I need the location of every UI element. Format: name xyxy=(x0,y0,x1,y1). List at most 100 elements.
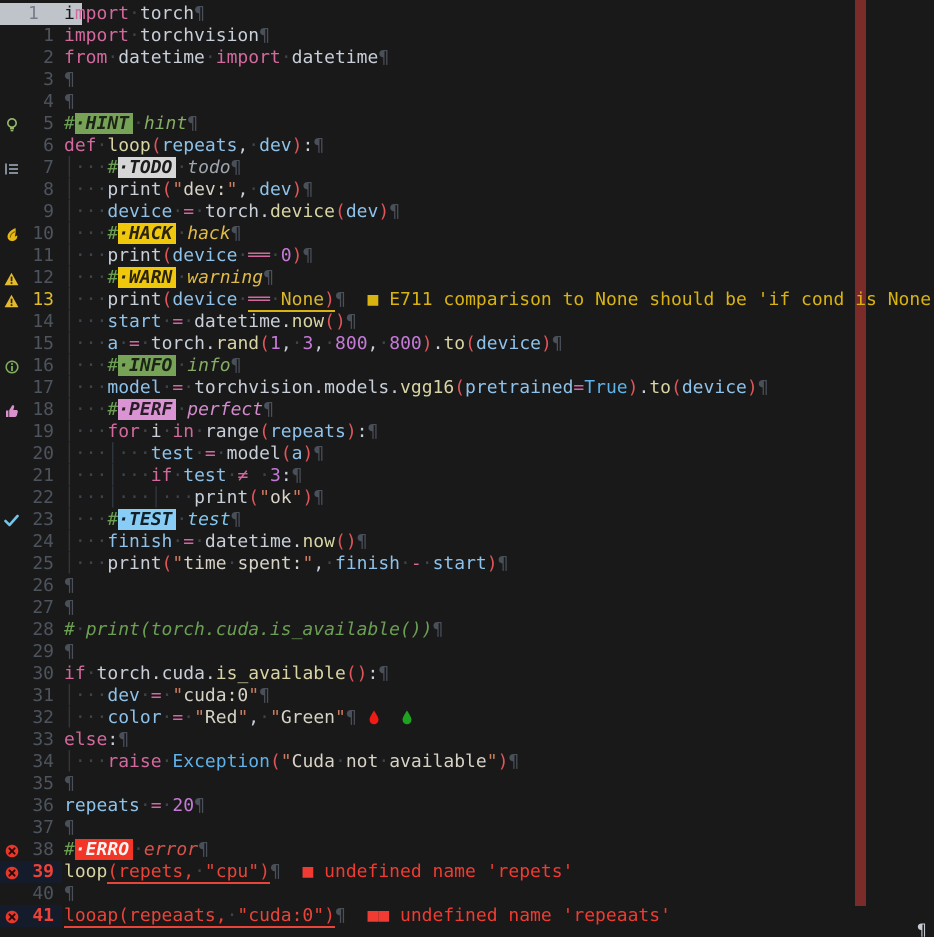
code-line[interactable]: 8│···print("dev:",·dev)¶ xyxy=(0,179,934,201)
code-line[interactable]: 37¶ xyxy=(0,817,934,839)
line-number: 6 xyxy=(0,135,54,157)
code-token: ¶ xyxy=(378,663,389,684)
code-line[interactable]: 7│···#·TODO·todo¶ xyxy=(0,157,934,179)
code-line[interactable]: 36repeats·=·20¶ xyxy=(0,795,934,817)
code-line[interactable]: 26¶ xyxy=(0,575,934,597)
code-line[interactable]: 14│···start·=·datetime.now()¶ xyxy=(0,311,934,333)
code-line[interactable]: 38#·ERRO·error¶ xyxy=(0,839,934,861)
code-line[interactable]: 3¶ xyxy=(0,69,934,91)
code-token: ) xyxy=(357,663,368,684)
code-line[interactable]: 24│···finish·=·datetime.now()¶ xyxy=(0,531,934,553)
code-token xyxy=(357,707,368,728)
code-line[interactable]: 19│···for·i·in·range(repeats):¶ xyxy=(0,421,934,443)
code-token: ¶ xyxy=(64,641,75,662)
line-number: 1 xyxy=(0,25,54,47)
code-token: # xyxy=(107,399,118,420)
code-token: print(torch.cuda.is_available()) xyxy=(86,619,433,640)
code-token: " xyxy=(227,179,238,200)
code-line[interactable]: 34│···raise·Exception("Cuda·not·availabl… xyxy=(0,751,934,773)
code-text: │···│···│···print("ok")¶ xyxy=(64,487,324,509)
code-line[interactable]: 17│···model·=·torchvision.models.vgg16(p… xyxy=(0,377,934,399)
code-token: · xyxy=(227,553,238,574)
code-line[interactable]: 40¶ xyxy=(0,883,934,905)
code-line[interactable]: 28#·print(torch.cuda.is_available())¶ xyxy=(0,619,934,641)
code-token: torchvision xyxy=(140,25,259,46)
code-line[interactable]: 35¶ xyxy=(0,773,934,795)
code-token xyxy=(380,707,402,728)
code-line[interactable]: 2from·datetime·import·datetime¶ xyxy=(0,47,934,69)
code-token: Exception xyxy=(172,751,270,772)
code-token: ¶ xyxy=(231,223,242,244)
line-number: 33 xyxy=(0,729,54,751)
code-token: ¶ xyxy=(313,443,324,464)
code-line[interactable]: 20│···│···test·=·model(a)¶ xyxy=(0,443,934,465)
code-token: = xyxy=(172,707,183,728)
code-line[interactable]: 6def·loop(repeats,·dev):¶ xyxy=(0,135,934,157)
code-line[interactable]: 25│···print("time·spent:",·finish·-·star… xyxy=(0,553,934,575)
code-token: · xyxy=(270,245,281,266)
code-line[interactable]: 27¶ xyxy=(0,597,934,619)
code-token: # xyxy=(107,267,118,288)
code-token: ··· xyxy=(75,531,108,552)
code-token: ¶ xyxy=(231,355,242,376)
code-token: · xyxy=(86,663,97,684)
code-token: │ xyxy=(107,465,118,486)
code-line[interactable]: 39loop(repets,·"cpu")¶ ■ undefined name … xyxy=(0,861,934,883)
code-token: perfect xyxy=(187,399,263,420)
code-editor[interactable]: 1import·torch¶1import·torchvision¶2from·… xyxy=(0,0,934,937)
code-line[interactable]: 5#·HINT·hint¶ xyxy=(0,113,934,135)
code-token: ■ E711 comparison to None should be 'if … xyxy=(368,289,934,310)
code-line[interactable]: 32│···color·=·"Red",·"Green"¶ xyxy=(0,707,934,729)
code-token: ( xyxy=(162,179,173,200)
code-line[interactable]: 21│···│···if·test·≠ ·3:¶ xyxy=(0,465,934,487)
code-token: # xyxy=(64,113,75,134)
code-token: · xyxy=(140,333,151,354)
code-token: ¶ xyxy=(313,135,324,156)
code-line[interactable]: 1import·torchvision¶ xyxy=(0,25,934,47)
code-token: · xyxy=(194,531,205,552)
code-line[interactable]: 12│···#·WARN·warning¶ xyxy=(0,267,934,289)
line-number: 38 xyxy=(0,839,54,861)
code-token: ··· xyxy=(75,223,108,244)
code-line[interactable]: 10│···#·HACK·hack¶ xyxy=(0,223,934,245)
code-token: " xyxy=(172,685,183,706)
code-token: ) xyxy=(541,333,552,354)
code-token: # xyxy=(107,223,118,244)
code-line[interactable]: 30if·torch.cuda.is_available():¶ xyxy=(0,663,934,685)
code-line[interactable]: 29¶ xyxy=(0,641,934,663)
code-line[interactable]: 4¶ xyxy=(0,91,934,113)
code-token: · xyxy=(281,47,292,68)
code-token: · xyxy=(97,135,108,156)
code-token: · xyxy=(162,795,173,816)
code-line[interactable]: 15│···a·=·torch.rand(1,·3,·800,·800).to(… xyxy=(0,333,934,355)
code-token: ¶ xyxy=(313,487,324,508)
code-line[interactable]: 41looap(repeaats,·"cuda:0")¶ ■■ undefine… xyxy=(0,905,934,927)
code-line[interactable]: 13│···print(device·══·None)¶ ■ E711 comp… xyxy=(0,289,934,311)
code-token: ··· xyxy=(75,355,108,376)
code-text: ¶ xyxy=(64,641,75,663)
code-token: device xyxy=(107,201,172,222)
code-token: · xyxy=(378,751,389,772)
code-line[interactable]: 18│···#·PERF·perfect¶ xyxy=(0,399,934,421)
code-token: 3 xyxy=(303,333,314,354)
line-number: 31 xyxy=(0,685,54,707)
code-token: ¶ xyxy=(64,91,75,112)
code-token: ) xyxy=(302,487,313,508)
todo-badge: ·WARN xyxy=(118,267,176,288)
code-token: i xyxy=(151,421,162,442)
code-token: · xyxy=(162,685,173,706)
code-token: torchvision xyxy=(194,377,313,398)
code-line[interactable]: 22│···│···│···print("ok")¶ xyxy=(0,487,934,509)
code-line[interactable]: 31│···dev·=·"cuda:0"¶ xyxy=(0,685,934,707)
code-line[interactable]: 16│···#·INFO·info¶ xyxy=(0,355,934,377)
code-token: · xyxy=(248,135,259,156)
code-token: hint xyxy=(144,113,187,134)
code-line[interactable]: 33else:¶ xyxy=(0,729,934,751)
code-line[interactable]: 1import·torch¶ xyxy=(0,3,934,25)
code-line[interactable]: 23│···#·TEST·test¶ xyxy=(0,509,934,531)
code-line[interactable]: 9│···device·=·torch.device(dev)¶ xyxy=(0,201,934,223)
code-token: = xyxy=(183,531,194,552)
code-line[interactable]: 11│···print(device·══·0)¶ xyxy=(0,245,934,267)
code-token: · xyxy=(194,201,205,222)
code-token: │ xyxy=(64,443,75,464)
